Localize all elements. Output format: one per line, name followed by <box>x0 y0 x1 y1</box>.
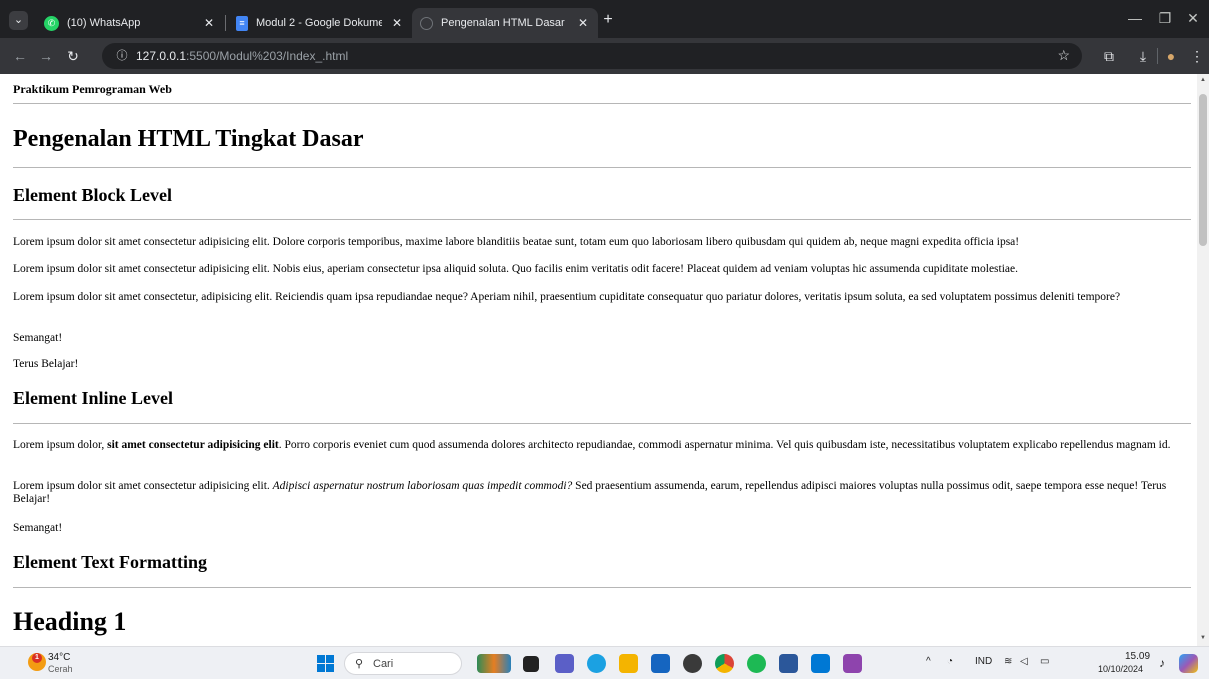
reload-icon[interactable]: ↻ <box>64 47 82 65</box>
volume-icon[interactable]: ◁ <box>1020 656 1028 667</box>
battery-icon[interactable]: ▭ <box>1040 656 1049 667</box>
section-heading-formatting: Element Text Formatting <box>13 552 207 572</box>
tab-pengenalan-html[interactable]: Pengenalan HTML Dasar ✕ <box>412 8 598 38</box>
heading-1-sample: Heading 1 <box>13 607 127 636</box>
tab-close-icon[interactable]: ✕ <box>390 16 404 30</box>
paragraph-with-bold: Lorem ipsum dolor, sit amet consectetur … <box>13 439 1191 452</box>
section-heading-block: Element Block Level <box>13 185 172 205</box>
teams-app-icon[interactable] <box>555 654 574 673</box>
divider <box>13 587 1191 588</box>
minimize-icon[interactable]: — <box>1125 10 1145 26</box>
chrome-browser-icon[interactable] <box>715 654 734 673</box>
word-app-icon[interactable] <box>779 654 798 673</box>
new-tab-plus-icon[interactable]: + <box>600 12 616 28</box>
divider <box>13 103 1191 104</box>
page-viewport: Praktikum Pemrograman Web Pengenalan HTM… <box>0 74 1197 646</box>
paragraph: Terus Belajar! <box>13 358 79 370</box>
extensions-puzzle-icon[interactable]: ⧉ <box>1100 47 1118 65</box>
whatsapp-icon: ✆ <box>44 15 59 31</box>
spotify-app-icon[interactable] <box>747 654 766 673</box>
download-icon[interactable]: ⤓ <box>1134 47 1152 65</box>
weather-alert-badge: 1 <box>32 653 42 663</box>
scroll-up-arrow-icon[interactable]: ▲ <box>1199 77 1207 83</box>
site-title: Praktikum Pemrograman Web <box>13 82 172 96</box>
tab-title: (10) WhatsApp <box>67 17 141 29</box>
notification-bell-icon[interactable]: ♪ <box>1159 656 1165 670</box>
address-bar[interactable]: ⓘ 127.0.0.1:5500/Modul%203/Index_.html ☆ <box>102 43 1082 69</box>
scroll-thumb[interactable] <box>1199 94 1207 246</box>
tab-google-docs[interactable]: ≡ Modul 2 - Google Dokumen ✕ <box>228 8 412 38</box>
profile-avatar-icon[interactable]: ● <box>1162 47 1180 65</box>
wifi-icon[interactable]: ≋ <box>1004 656 1012 667</box>
more-menu-icon[interactable]: ⋮ <box>1188 47 1206 65</box>
toolbar-divider <box>1157 48 1158 64</box>
tray-chevron-up-icon[interactable]: ^ <box>926 656 931 667</box>
google-docs-icon: ≡ <box>236 15 248 31</box>
windows-taskbar: 1 34°C Cerah ⚲ Cari ^ ◔ IND ≋ ◁ ▭ 15.09 … <box>0 646 1209 679</box>
tab-close-icon[interactable]: ✕ <box>202 16 216 30</box>
tab-title: Modul 2 - Google Dokumen <box>256 17 382 29</box>
clock-time[interactable]: 15.09 <box>1125 651 1150 662</box>
section-heading-inline: Element Inline Level <box>13 388 173 408</box>
tab-separator <box>225 15 226 31</box>
restore-icon[interactable]: ❐ <box>1155 10 1175 27</box>
microsoft-store-icon[interactable] <box>651 654 670 673</box>
taskbar-search-box[interactable]: ⚲ Cari <box>344 652 462 675</box>
paragraph: Semangat! <box>13 522 63 534</box>
divider <box>13 219 1191 220</box>
forward-arrow-icon[interactable]: → <box>37 47 55 65</box>
copilot-icon[interactable] <box>1179 654 1198 673</box>
italic-text: Adipisci aspernatur nostrum laboriosam q… <box>272 480 573 492</box>
paragraph: Lorem ipsum dolor sit amet consectetur a… <box>13 236 1020 248</box>
bookmark-star-icon[interactable]: ☆ <box>1057 47 1070 64</box>
back-arrow-icon[interactable]: ← <box>11 47 29 65</box>
widgets-app-icon[interactable] <box>477 654 511 673</box>
scroll-down-arrow-icon[interactable]: ▼ <box>1199 635 1207 641</box>
paragraph: Semangat! <box>13 332 63 344</box>
url-text[interactable]: 127.0.0.1:5500/Modul%203/Index_.html <box>136 49 348 63</box>
vscode-app-icon[interactable] <box>811 654 830 673</box>
paragraph: Lorem ipsum dolor sit amet consectetur a… <box>13 263 1019 275</box>
text: . Porro corporis eveniet cum quod assume… <box>278 439 1171 451</box>
text: Lorem ipsum dolor, <box>13 439 108 451</box>
weather-temperature[interactable]: 34°C <box>48 652 70 663</box>
edge-browser-icon[interactable] <box>587 654 606 673</box>
tab-title: Pengenalan HTML Dasar <box>441 17 565 29</box>
text: Lorem ipsum dolor sit amet consectetur a… <box>13 480 273 492</box>
globe-icon <box>420 16 433 30</box>
tab-search-chevron-icon[interactable]: ⌄ <box>9 11 28 30</box>
url-path: :5500/Modul%203/Index_.html <box>186 49 349 63</box>
divider <box>13 167 1191 168</box>
weather-condition[interactable]: Cerah <box>48 664 73 674</box>
search-placeholder: Cari <box>373 658 394 670</box>
window-close-icon[interactable]: ✕ <box>1183 10 1203 27</box>
paragraph-with-italic: Lorem ipsum dolor sit amet consectetur a… <box>13 480 1191 506</box>
tab-whatsapp[interactable]: ✆ (10) WhatsApp ✕ <box>36 8 224 38</box>
app-icon[interactable] <box>843 654 862 673</box>
tab-close-icon[interactable]: ✕ <box>576 16 590 30</box>
task-view-icon[interactable] <box>523 656 539 672</box>
page-main-heading: Pengenalan HTML Tingkat Dasar <box>13 126 364 152</box>
page-scrollbar[interactable]: ▲ ▼ <box>1197 74 1209 646</box>
bold-text: sit amet consectetur adipisicing elit <box>107 439 279 451</box>
browser-tab-bar: ⌄ ✆ (10) WhatsApp ✕ ≡ Modul 2 - Google D… <box>0 0 1209 38</box>
search-icon: ⚲ <box>355 658 364 670</box>
file-explorer-icon[interactable] <box>619 654 638 673</box>
paragraph: Lorem ipsum dolor sit amet consectetur, … <box>13 291 1121 303</box>
windows-start-icon[interactable] <box>317 655 334 672</box>
tray-app-icon[interactable]: ◔ <box>947 656 953 667</box>
clock-date[interactable]: 10/10/2024 <box>1098 664 1143 674</box>
language-indicator[interactable]: IND <box>975 656 992 667</box>
url-host: 127.0.0.1 <box>136 49 187 63</box>
site-info-icon[interactable]: ⓘ <box>114 48 130 64</box>
divider <box>13 423 1191 424</box>
settings-app-icon[interactable] <box>683 654 702 673</box>
